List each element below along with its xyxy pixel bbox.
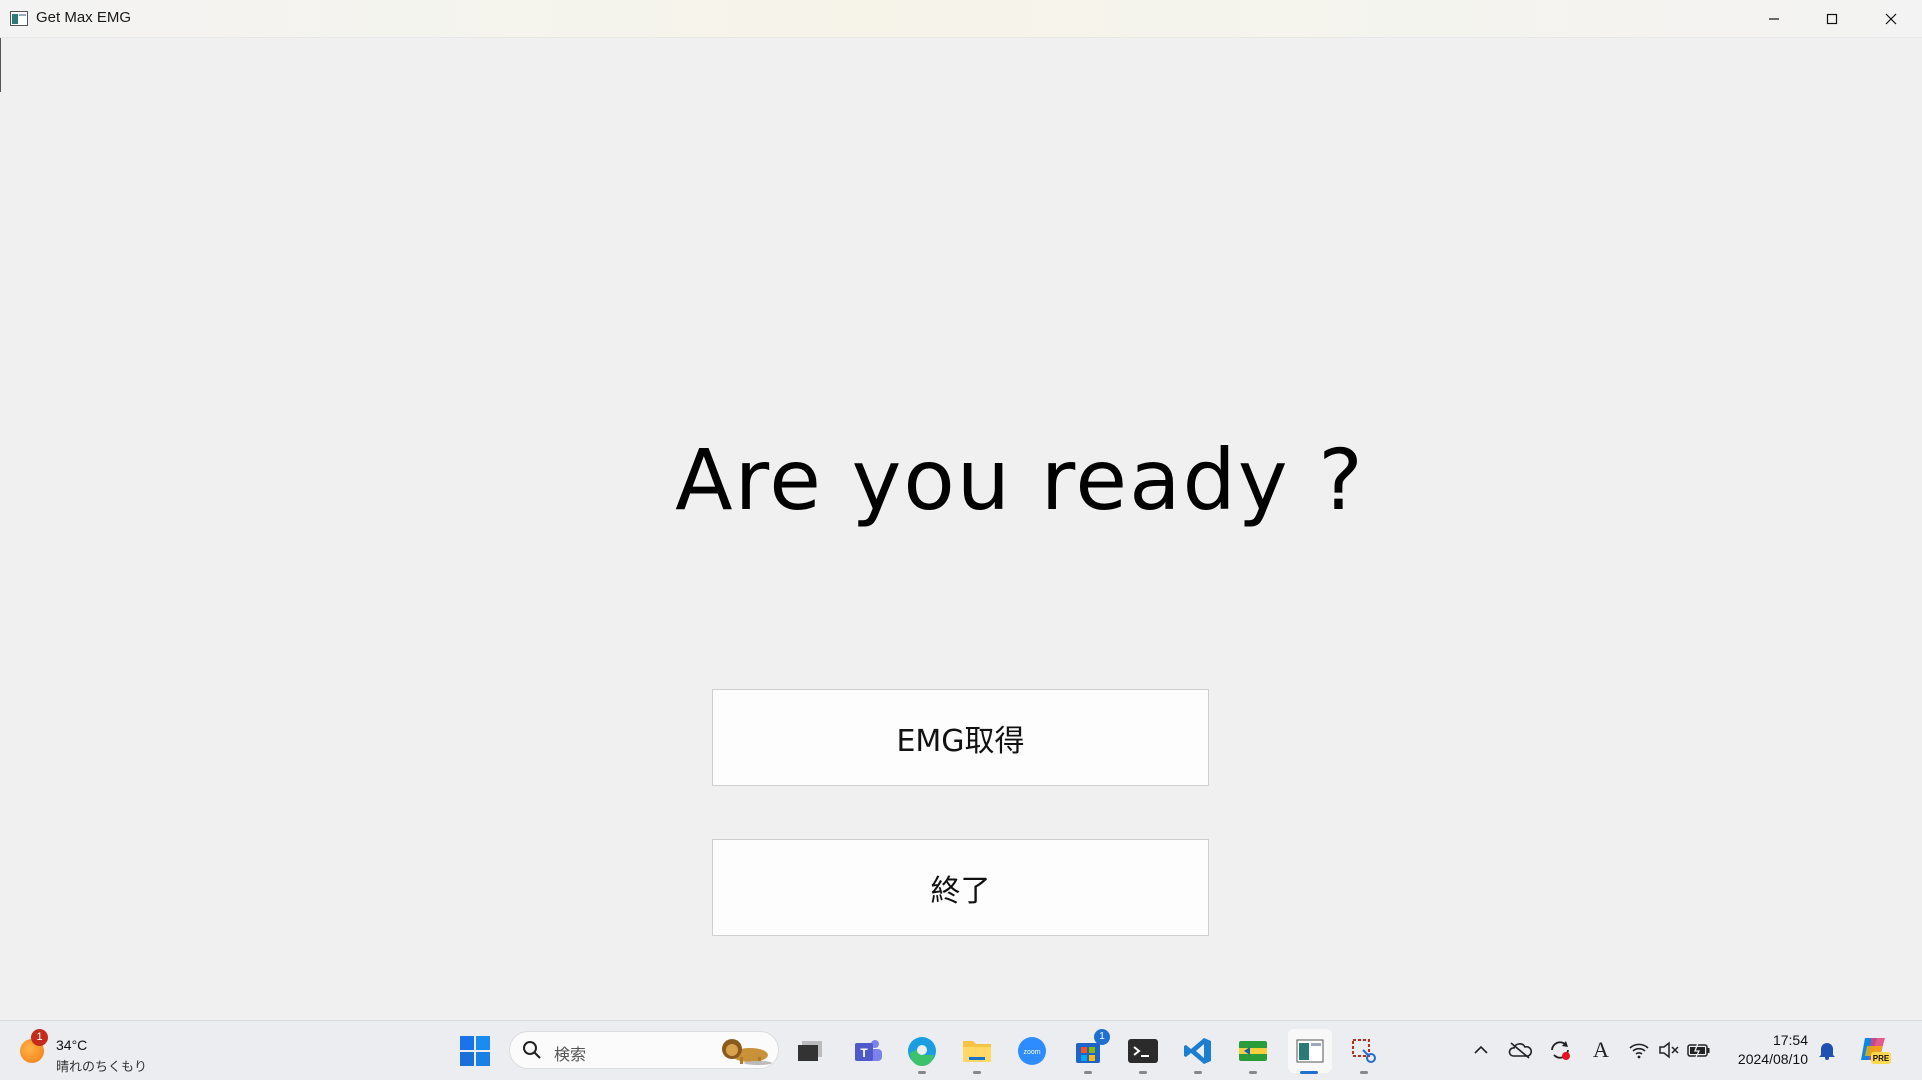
weather-badge: 1 bbox=[31, 1029, 48, 1046]
task-view-icon bbox=[798, 1041, 822, 1061]
snipping-running-indicator bbox=[1360, 1071, 1368, 1074]
start-icon bbox=[460, 1036, 490, 1066]
volume-muted-icon bbox=[1659, 1041, 1679, 1059]
ime-icon: A bbox=[1593, 1037, 1609, 1062]
wifi-tray-button[interactable] bbox=[1626, 1037, 1652, 1063]
snipping-tool-icon bbox=[1352, 1039, 1376, 1063]
explorer-running-indicator bbox=[973, 1071, 981, 1074]
onedrive-tray-button[interactable] bbox=[1507, 1037, 1533, 1063]
sync-tray-button[interactable] bbox=[1547, 1037, 1573, 1063]
search-icon bbox=[523, 1041, 541, 1059]
taskbar-search[interactable]: 検索 bbox=[509, 1031, 779, 1069]
emg-acquire-button[interactable]: EMG取得 bbox=[712, 689, 1209, 786]
ime-tray-button[interactable]: A bbox=[1588, 1037, 1614, 1063]
teams-icon: T bbox=[855, 1040, 882, 1061]
minimize-button[interactable] bbox=[1745, 0, 1803, 38]
svg-text:PRE: PRE bbox=[1873, 1054, 1890, 1063]
battery-tray-button[interactable] bbox=[1686, 1037, 1712, 1063]
snipping-tool-button[interactable] bbox=[1344, 1031, 1384, 1071]
terminal-icon bbox=[1128, 1039, 1158, 1063]
window-edge bbox=[0, 38, 1, 92]
window-title: Get Max EMG bbox=[36, 9, 132, 26]
store-badge: 1 bbox=[1094, 1029, 1110, 1045]
bell-icon bbox=[1819, 1043, 1835, 1060]
active-app-indicator bbox=[1300, 1071, 1318, 1074]
edge-running-indicator bbox=[918, 1071, 926, 1074]
maximize-icon bbox=[1826, 13, 1838, 25]
svg-text:zoom: zoom bbox=[1023, 1049, 1040, 1056]
green-app-running-indicator bbox=[1249, 1071, 1257, 1074]
file-explorer-button[interactable] bbox=[957, 1031, 997, 1071]
ready-heading: Are you ready ? bbox=[675, 431, 1365, 529]
app-window-icon bbox=[1296, 1039, 1324, 1063]
teams-button[interactable]: T bbox=[848, 1031, 888, 1071]
app-window-icon bbox=[10, 11, 28, 26]
window-titlebar[interactable]: Get Max EMG bbox=[0, 0, 1922, 38]
app-green-icon bbox=[1239, 1041, 1267, 1061]
vscode-button[interactable] bbox=[1178, 1031, 1218, 1071]
copilot-icon: PRE bbox=[1861, 1038, 1891, 1064]
vscode-running-indicator bbox=[1194, 1071, 1202, 1074]
weather-temperature: 34°C bbox=[56, 1037, 88, 1053]
zoom-button[interactable]: zoom bbox=[1012, 1031, 1052, 1071]
close-button[interactable] bbox=[1862, 0, 1920, 38]
get-max-emg-taskbar-button[interactable] bbox=[1288, 1029, 1332, 1073]
task-view-button[interactable] bbox=[790, 1031, 830, 1071]
store-button[interactable]: 1 bbox=[1068, 1029, 1110, 1071]
terminal-button[interactable] bbox=[1123, 1031, 1163, 1071]
edge-icon bbox=[908, 1037, 936, 1067]
lion-highlight-icon bbox=[722, 1039, 772, 1065]
weather-widget[interactable]: 1 34°C 晴れのちくもり bbox=[16, 1029, 156, 1075]
zoom-icon: zoom bbox=[1018, 1037, 1046, 1065]
maximize-button[interactable] bbox=[1803, 0, 1861, 38]
svg-text:T: T bbox=[860, 1046, 868, 1060]
show-hidden-icons-button[interactable] bbox=[1468, 1037, 1494, 1063]
store-running-indicator bbox=[1084, 1071, 1092, 1074]
volume-tray-button[interactable] bbox=[1656, 1037, 1682, 1063]
sync-icon bbox=[1551, 1041, 1570, 1060]
taskbar: 1 34°C 晴れのちくもり 検索 T zoom 1 A 17:54 2024/… bbox=[0, 1020, 1922, 1080]
battery-icon bbox=[1687, 1042, 1710, 1058]
vscode-icon bbox=[1184, 1038, 1211, 1064]
close-icon bbox=[1885, 13, 1897, 25]
wifi-icon bbox=[1629, 1043, 1649, 1059]
file-explorer-icon bbox=[963, 1041, 991, 1062]
edge-button[interactable] bbox=[902, 1031, 942, 1071]
taskbar-clock[interactable]: 17:54 2024/08/10 bbox=[1722, 1031, 1808, 1069]
green-app-button[interactable] bbox=[1233, 1031, 1273, 1071]
exit-button[interactable]: 終了 bbox=[712, 839, 1209, 936]
notifications-button[interactable] bbox=[1814, 1037, 1840, 1063]
copilot-button[interactable]: PRE bbox=[1856, 1031, 1892, 1067]
chevron-up-icon bbox=[1474, 1045, 1488, 1054]
weather-condition: 晴れのちくもり bbox=[56, 1060, 148, 1075]
clock-time: 17:54 bbox=[1772, 1032, 1808, 1048]
clock-date: 2024/08/10 bbox=[1737, 1051, 1808, 1067]
start-button[interactable] bbox=[455, 1031, 495, 1071]
search-placeholder: 検索 bbox=[554, 1045, 587, 1064]
onedrive-off-icon bbox=[1508, 1042, 1532, 1059]
minimize-icon bbox=[1769, 18, 1779, 20]
terminal-running-indicator bbox=[1139, 1071, 1147, 1074]
